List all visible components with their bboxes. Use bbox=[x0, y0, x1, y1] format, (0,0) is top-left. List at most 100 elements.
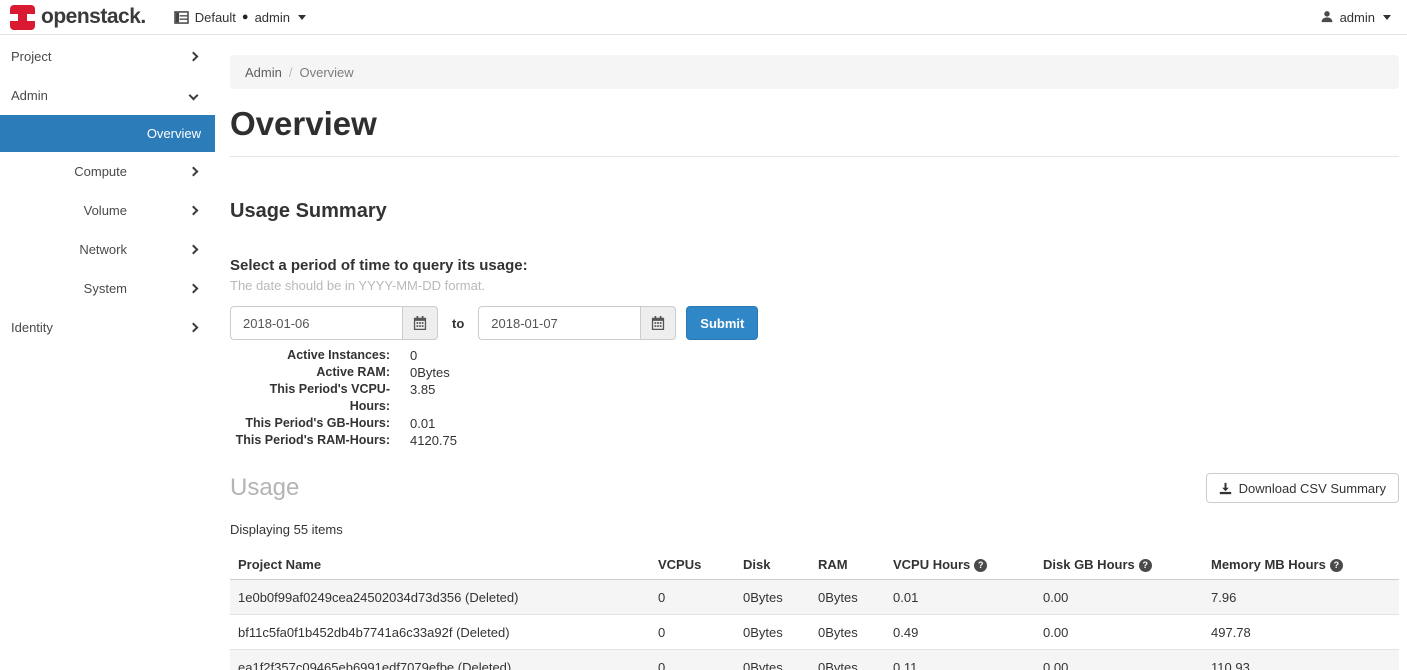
openstack-logo-icon bbox=[10, 5, 35, 30]
stat-value: 4120.75 bbox=[410, 432, 457, 449]
question-circle-icon[interactable]: ? bbox=[974, 559, 987, 572]
to-label: to bbox=[452, 316, 464, 331]
col-vcpus[interactable]: VCPUs bbox=[650, 550, 735, 580]
cell-vcpus: 0 bbox=[650, 650, 735, 670]
col-label: Memory MB Hours bbox=[1211, 557, 1326, 572]
context-switcher[interactable]: Default ● admin bbox=[174, 10, 306, 25]
table-header-row: Project Name VCPUs Disk RAM VCPU Hours? … bbox=[230, 550, 1399, 580]
cell-memory-mb-hours: 497.78 bbox=[1203, 615, 1399, 650]
calendar-icon bbox=[651, 316, 665, 330]
main-content: Admin / Overview Overview Usage Summary … bbox=[215, 35, 1407, 670]
sidebar-item-label: Volume bbox=[84, 203, 127, 218]
breadcrumb-current: Overview bbox=[299, 65, 353, 80]
col-disk[interactable]: Disk bbox=[735, 550, 810, 580]
sidebar-item-system[interactable]: System bbox=[0, 269, 215, 308]
sidebar-item-label: System bbox=[84, 281, 127, 296]
chevron-right-icon bbox=[189, 167, 199, 177]
stat-value: 0.01 bbox=[410, 415, 435, 432]
usage-table-header-bar: Usage Download CSV Summary bbox=[230, 473, 1399, 503]
download-csv-label: Download CSV Summary bbox=[1239, 481, 1386, 496]
context-project: admin bbox=[255, 10, 290, 25]
cell-vcpus: 0 bbox=[650, 580, 735, 615]
chevron-right-icon bbox=[189, 323, 199, 333]
stat-label: This Period's VCPU-Hours: bbox=[230, 381, 390, 415]
cell-disk-gb-hours: 0.00 bbox=[1035, 615, 1203, 650]
side-navigation: Project Admin Overview Compute Volume Ne… bbox=[0, 35, 215, 670]
date-range-form: to Submit bbox=[230, 306, 1399, 340]
th-list-icon bbox=[174, 11, 189, 24]
cell-ram: 0Bytes bbox=[810, 615, 885, 650]
chevron-right-icon bbox=[189, 206, 199, 216]
cell-vcpu-hours: 0.11 bbox=[885, 650, 1035, 670]
cell-disk-gb-hours: 0.00 bbox=[1035, 650, 1203, 670]
table-row: 1e0b0f99af0249cea24502034d73d356 (Delete… bbox=[230, 580, 1399, 615]
stat-row-ram-hours: This Period's RAM-Hours: 4120.75 bbox=[230, 432, 1399, 449]
question-circle-icon[interactable]: ? bbox=[1139, 559, 1152, 572]
date-to-input[interactable] bbox=[478, 306, 640, 340]
sidebar-item-label: Admin bbox=[11, 88, 48, 103]
sidebar-item-label: Network bbox=[79, 242, 127, 257]
sidebar-item-label: Overview bbox=[147, 126, 201, 141]
cell-project-name: 1e0b0f99af0249cea24502034d73d356 (Delete… bbox=[230, 580, 650, 615]
context-domain: Default bbox=[195, 10, 236, 25]
stat-row-active-instances: Active Instances: 0 bbox=[230, 347, 1399, 364]
chevron-right-icon bbox=[189, 52, 199, 62]
chevron-down-icon bbox=[189, 91, 199, 101]
col-project-name[interactable]: Project Name bbox=[230, 550, 650, 580]
date-to-calendar-addon[interactable] bbox=[640, 306, 676, 340]
sidebar-item-compute[interactable]: Compute bbox=[0, 152, 215, 191]
col-disk-gb-hours[interactable]: Disk GB Hours? bbox=[1035, 550, 1203, 580]
date-from-calendar-addon[interactable] bbox=[402, 306, 438, 340]
breadcrumb: Admin / Overview bbox=[230, 55, 1399, 89]
usage-table-heading: Usage bbox=[230, 474, 299, 502]
stat-label: This Period's RAM-Hours: bbox=[230, 432, 390, 449]
usage-stats: Active Instances: 0 Active RAM: 0Bytes T… bbox=[230, 347, 1399, 449]
col-memory-mb-hours[interactable]: Memory MB Hours? bbox=[1203, 550, 1399, 580]
sidebar-item-overview-active[interactable]: Overview bbox=[0, 115, 215, 152]
question-circle-icon[interactable]: ? bbox=[1330, 559, 1343, 572]
stat-row-active-ram: Active RAM: 0Bytes bbox=[230, 364, 1399, 381]
breadcrumb-admin-link[interactable]: Admin bbox=[245, 65, 282, 80]
stat-row-gb-hours: This Period's GB-Hours: 0.01 bbox=[230, 415, 1399, 432]
date-from-input[interactable] bbox=[230, 306, 402, 340]
stat-value: 0 bbox=[410, 347, 417, 364]
cell-project-name: ea1f2f357c09465eb6991edf7079efbe (Delete… bbox=[230, 650, 650, 670]
col-vcpu-hours[interactable]: VCPU Hours? bbox=[885, 550, 1035, 580]
caret-down-icon bbox=[298, 15, 306, 20]
cell-disk: 0Bytes bbox=[735, 580, 810, 615]
caret-down-icon bbox=[1383, 15, 1391, 20]
openstack-brand[interactable]: openstack. bbox=[10, 5, 146, 30]
cell-memory-mb-hours: 110.93 bbox=[1203, 650, 1399, 670]
sidebar-item-identity[interactable]: Identity bbox=[0, 308, 215, 347]
col-label: Disk GB Hours bbox=[1043, 557, 1135, 572]
col-ram[interactable]: RAM bbox=[810, 550, 885, 580]
submit-button[interactable]: Submit bbox=[686, 306, 758, 340]
date-format-hint: The date should be in YYYY-MM-DD format. bbox=[230, 278, 1399, 293]
date-to-group bbox=[478, 306, 676, 340]
top-navbar: openstack. Default ● admin admin bbox=[0, 0, 1407, 35]
stat-label: Active Instances: bbox=[230, 347, 390, 364]
table-row: bf11c5fa0f1b452db4b7741a6c33a92f (Delete… bbox=[230, 615, 1399, 650]
cell-ram: 0Bytes bbox=[810, 650, 885, 670]
sidebar-item-project[interactable]: Project bbox=[0, 37, 215, 76]
context-bullet-icon: ● bbox=[242, 11, 249, 23]
sidebar-item-admin[interactable]: Admin bbox=[0, 76, 215, 115]
download-csv-button[interactable]: Download CSV Summary bbox=[1206, 473, 1399, 503]
download-icon bbox=[1219, 482, 1232, 495]
stat-label: This Period's GB-Hours: bbox=[230, 415, 390, 432]
cell-memory-mb-hours: 7.96 bbox=[1203, 580, 1399, 615]
sidebar-item-label: Identity bbox=[11, 320, 53, 335]
stat-row-vcpu-hours: This Period's VCPU-Hours: 3.85 bbox=[230, 381, 1399, 415]
cell-ram: 0Bytes bbox=[810, 580, 885, 615]
usage-summary-heading: Usage Summary bbox=[230, 200, 1399, 223]
usage-table: Project Name VCPUs Disk RAM VCPU Hours? … bbox=[230, 550, 1399, 670]
table-row: ea1f2f357c09465eb6991edf7079efbe (Delete… bbox=[230, 650, 1399, 670]
cell-project-name: bf11c5fa0f1b452db4b7741a6c33a92f (Delete… bbox=[230, 615, 650, 650]
sidebar-item-network[interactable]: Network bbox=[0, 230, 215, 269]
sidebar-item-volume[interactable]: Volume bbox=[0, 191, 215, 230]
chevron-right-icon bbox=[189, 284, 199, 294]
calendar-icon bbox=[413, 316, 427, 330]
user-menu[interactable]: admin bbox=[1320, 10, 1391, 25]
col-label: VCPU Hours bbox=[893, 557, 970, 572]
cell-disk: 0Bytes bbox=[735, 615, 810, 650]
